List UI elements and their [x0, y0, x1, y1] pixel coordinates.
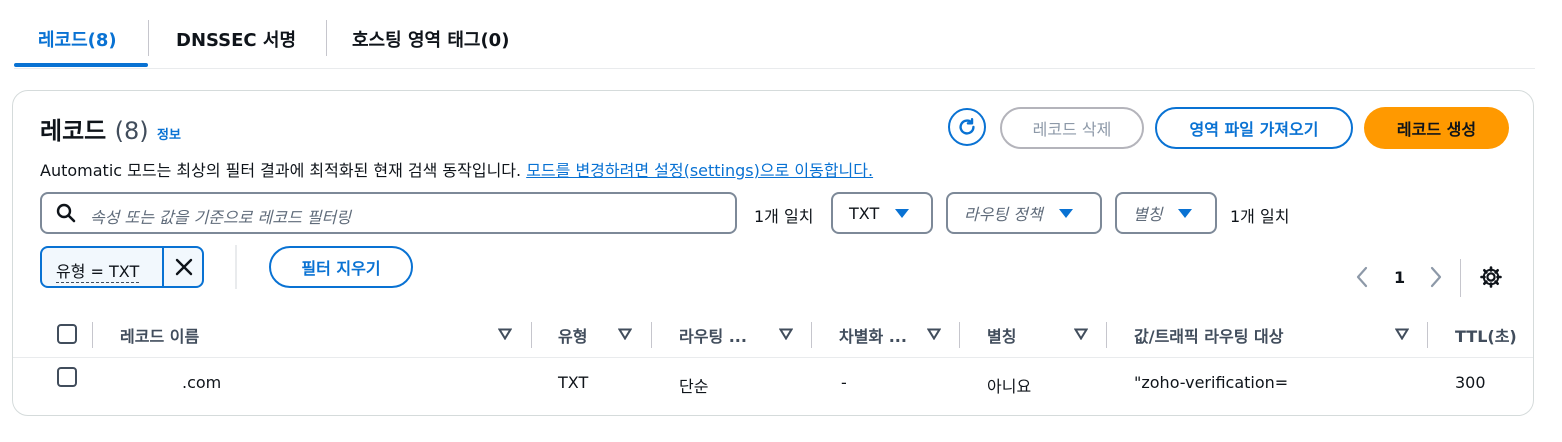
row-checkbox[interactable]: [57, 367, 77, 387]
cell-type: TXT: [558, 373, 589, 392]
description-text: Automatic 모드는 최상의 필터 결과에 최적화된 현재 검색 동작입니…: [40, 161, 527, 180]
tab-records[interactable]: 레코드(8): [38, 26, 117, 52]
column-header-value[interactable]: 값/트래픽 라우팅 대상: [1134, 323, 1283, 347]
refresh-button[interactable]: [948, 108, 986, 146]
column-divider: [92, 322, 93, 348]
column-header-alias[interactable]: 별칭: [987, 323, 1016, 347]
match-count-secondary: 1개 일치: [1230, 207, 1290, 226]
current-page[interactable]: 1: [1394, 268, 1405, 287]
close-icon: [175, 258, 193, 276]
column-header-differentiator[interactable]: 차별화 ...: [839, 323, 907, 347]
routing-policy-placeholder: 라우팅 정책: [964, 205, 1043, 224]
sort-icon[interactable]: [779, 328, 793, 340]
tab-hosted-zone-tags[interactable]: 호스팅 영역 태그(0): [352, 26, 509, 52]
page-title: 레코드 (8): [40, 111, 149, 146]
sort-icon[interactable]: [1395, 328, 1409, 340]
tab-divider: [326, 20, 327, 56]
alias-select[interactable]: 별칭: [1115, 192, 1217, 234]
pagination-divider: [1460, 259, 1461, 297]
refresh-icon: [959, 118, 975, 135]
search-mode-description: Automatic 모드는 최상의 필터 결과에 최적화된 현재 검색 동작입니…: [40, 157, 873, 181]
active-tab-indicator: [14, 63, 148, 67]
sort-icon[interactable]: [498, 328, 512, 340]
column-divider[interactable]: [651, 322, 652, 348]
type-select-value: TXT: [849, 203, 880, 223]
cell-value: "zoho-verification=: [1134, 373, 1289, 392]
records-title: 레코드: [40, 117, 107, 145]
search-placeholder: 속성 또는 값을 기준으로 레코드 필터링: [90, 208, 351, 227]
records-container: 레코드 (8) 정보 Automatic 모드는 최상의 필터 결과에 최적화된…: [12, 90, 1534, 416]
column-divider[interactable]: [811, 322, 812, 348]
sort-icon[interactable]: [927, 328, 941, 340]
filter-token: 유형 = TXT: [40, 246, 204, 288]
chevron-left-icon[interactable]: [1355, 265, 1369, 289]
tab-bar: 레코드(8) DNSSEC 서명 호스팅 영역 태그(0): [14, 0, 1535, 69]
search-icon: [56, 203, 76, 223]
cell-routing: 단순: [679, 377, 709, 396]
tab-dnssec[interactable]: DNSSEC 서명: [176, 26, 296, 52]
chevron-right-icon[interactable]: [1429, 265, 1443, 289]
select-all-checkbox[interactable]: [57, 324, 77, 344]
filter-token-label[interactable]: 유형 = TXT: [56, 258, 140, 283]
info-link[interactable]: 정보: [157, 124, 181, 143]
match-count: 1개 일치: [754, 207, 814, 226]
column-header-name[interactable]: 레코드 이름: [120, 323, 199, 347]
sort-icon[interactable]: [1074, 328, 1088, 340]
token-divider: [235, 245, 237, 289]
gear-icon[interactable]: [1479, 265, 1503, 289]
caret-down-icon: [1178, 208, 1193, 218]
alias-placeholder: 별칭: [1133, 205, 1163, 224]
tab-divider: [148, 20, 149, 56]
delete-record-button[interactable]: 레코드 삭제: [1000, 107, 1144, 149]
settings-link[interactable]: 모드를 변경하려면 설정(settings)으로 이동합니다.: [526, 161, 873, 180]
routing-policy-select[interactable]: 라우팅 정책: [946, 192, 1102, 234]
column-header-routing[interactable]: 라우팅 ...: [679, 323, 747, 347]
records-count: (8): [114, 117, 149, 145]
column-header-ttl[interactable]: TTL(초): [1455, 323, 1517, 347]
cell-differentiator: -: [841, 373, 847, 392]
import-zone-file-button[interactable]: 영역 파일 가져오기: [1155, 107, 1353, 149]
cell-record-name: .com: [182, 373, 222, 392]
caret-down-icon: [895, 208, 910, 218]
create-record-button[interactable]: 레코드 생성: [1364, 107, 1509, 149]
column-divider[interactable]: [959, 322, 960, 348]
clear-filters-button[interactable]: 필터 지우기: [269, 246, 413, 288]
column-divider[interactable]: [1106, 322, 1107, 348]
cell-alias: 아니요: [987, 377, 1032, 396]
search-input[interactable]: 속성 또는 값을 기준으로 레코드 필터링: [40, 192, 737, 234]
column-divider[interactable]: [1427, 322, 1428, 348]
remove-token-button[interactable]: [162, 248, 204, 286]
column-divider[interactable]: [531, 322, 532, 348]
cell-ttl: 300: [1455, 373, 1486, 392]
table-header: 레코드 이름 유형 라우팅 ... 차별화 ... 별칭 값/트래픽 라우팅 대…: [13, 313, 1533, 358]
type-select[interactable]: TXT: [831, 192, 933, 234]
caret-down-icon: [1058, 208, 1073, 218]
column-header-type[interactable]: 유형: [558, 323, 587, 347]
sort-icon[interactable]: [618, 328, 632, 340]
